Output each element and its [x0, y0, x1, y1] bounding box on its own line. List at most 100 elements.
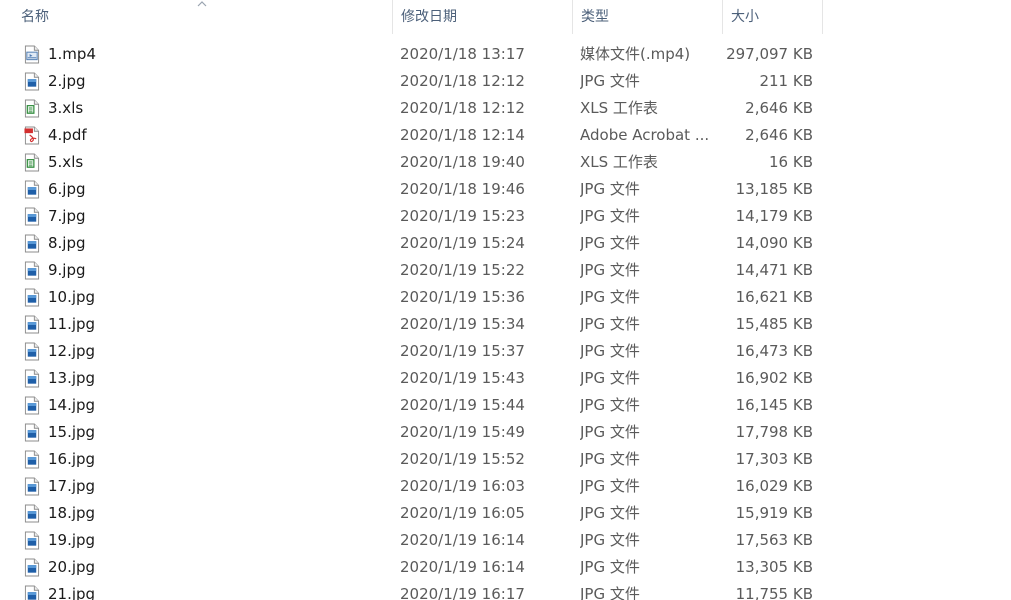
image-file-icon — [24, 369, 40, 388]
file-name: 4.pdf — [48, 126, 87, 144]
file-row[interactable]: 10.jpg 2020/1/19 15:36 JPG 文件 16,621 KB — [0, 284, 823, 311]
file-modified-date: 2020/1/19 16:03 — [400, 477, 525, 495]
file-type: JPG 文件 — [580, 558, 640, 576]
file-type: JPG 文件 — [580, 207, 640, 225]
file-type: JPG 文件 — [580, 585, 640, 600]
file-type: JPG 文件 — [580, 423, 640, 441]
file-name: 13.jpg — [48, 369, 96, 387]
file-modified-date: 2020/1/19 15:52 — [400, 450, 525, 468]
column-header-size[interactable]: 大小 — [723, 0, 823, 34]
file-name: 21.jpg — [48, 585, 96, 600]
file-row[interactable]: 13.jpg 2020/1/19 15:43 JPG 文件 16,902 KB — [0, 365, 823, 392]
column-header-type-label: 类型 — [581, 9, 609, 25]
file-row[interactable]: 6.jpg 2020/1/18 19:46 JPG 文件 13,185 KB — [0, 176, 823, 203]
file-type: JPG 文件 — [580, 180, 640, 198]
column-header-date[interactable]: 修改日期 — [393, 0, 573, 34]
file-type: JPG 文件 — [580, 315, 640, 333]
image-file-icon — [24, 261, 40, 280]
file-modified-date: 2020/1/19 15:43 — [400, 369, 525, 387]
file-modified-date: 2020/1/19 16:14 — [400, 531, 525, 549]
file-size: 17,563 KB — [735, 531, 813, 549]
file-size: 14,179 KB — [735, 207, 813, 225]
file-type: JPG 文件 — [580, 396, 640, 414]
file-type: Adobe Acrobat ... — [580, 126, 710, 144]
file-row[interactable]: 18.jpg 2020/1/19 16:05 JPG 文件 15,919 KB — [0, 500, 823, 527]
file-modified-date: 2020/1/19 15:24 — [400, 234, 525, 252]
file-row[interactable]: 4.pdf 2020/1/18 12:14 Adobe Acrobat ... … — [0, 122, 823, 149]
file-name: 14.jpg — [48, 396, 96, 414]
file-size: 16 KB — [769, 153, 813, 171]
file-name: 20.jpg — [48, 558, 96, 576]
file-type: XLS 工作表 — [580, 153, 658, 171]
image-file-icon — [24, 72, 40, 91]
file-size: 16,145 KB — [735, 396, 813, 414]
file-type: XLS 工作表 — [580, 99, 658, 117]
file-name: 10.jpg — [48, 288, 96, 306]
file-modified-date: 2020/1/18 12:12 — [400, 72, 525, 90]
file-type: JPG 文件 — [580, 369, 640, 387]
file-row[interactable]: 7.jpg 2020/1/19 15:23 JPG 文件 14,179 KB — [0, 203, 823, 230]
file-modified-date: 2020/1/18 19:46 — [400, 180, 525, 198]
file-type: JPG 文件 — [580, 342, 640, 360]
file-modified-date: 2020/1/19 15:36 — [400, 288, 525, 306]
file-row[interactable]: 21.jpg 2020/1/19 16:17 JPG 文件 11,755 KB — [0, 581, 823, 600]
file-modified-date: 2020/1/18 13:17 — [400, 45, 525, 63]
column-header-name[interactable]: 名称 — [0, 0, 393, 34]
file-size: 14,090 KB — [735, 234, 813, 252]
file-size: 17,798 KB — [735, 423, 813, 441]
file-row[interactable]: 15.jpg 2020/1/19 15:49 JPG 文件 17,798 KB — [0, 419, 823, 446]
file-type: JPG 文件 — [580, 261, 640, 279]
file-modified-date: 2020/1/18 12:14 — [400, 126, 525, 144]
file-modified-date: 2020/1/18 19:40 — [400, 153, 525, 171]
image-file-icon — [24, 477, 40, 496]
file-size: 14,471 KB — [735, 261, 813, 279]
file-row[interactable]: 11.jpg 2020/1/19 15:34 JPG 文件 15,485 KB — [0, 311, 823, 338]
file-row[interactable]: 12.jpg 2020/1/19 15:37 JPG 文件 16,473 KB — [0, 338, 823, 365]
file-row[interactable]: 8.jpg 2020/1/19 15:24 JPG 文件 14,090 KB — [0, 230, 823, 257]
file-row[interactable]: 16.jpg 2020/1/19 15:52 JPG 文件 17,303 KB — [0, 446, 823, 473]
file-name: 1.mp4 — [48, 45, 96, 63]
file-type: 媒体文件(.mp4) — [580, 45, 691, 63]
image-file-icon — [24, 288, 40, 307]
image-file-icon — [24, 504, 40, 523]
file-row[interactable]: 9.jpg 2020/1/19 15:22 JPG 文件 14,471 KB — [0, 257, 823, 284]
image-file-icon — [24, 207, 40, 226]
file-size: 16,029 KB — [735, 477, 813, 495]
file-row[interactable]: 17.jpg 2020/1/19 16:03 JPG 文件 16,029 KB — [0, 473, 823, 500]
file-modified-date: 2020/1/19 15:34 — [400, 315, 525, 333]
file-row[interactable]: 5.xls 2020/1/18 19:40 XLS 工作表 16 KB — [0, 149, 823, 176]
file-name: 15.jpg — [48, 423, 96, 441]
file-row[interactable]: 14.jpg 2020/1/19 15:44 JPG 文件 16,145 KB — [0, 392, 823, 419]
image-file-icon — [24, 315, 40, 334]
file-row[interactable]: 19.jpg 2020/1/19 16:14 JPG 文件 17,563 KB — [0, 527, 823, 554]
image-file-icon — [24, 423, 40, 442]
file-modified-date: 2020/1/18 12:12 — [400, 99, 525, 117]
column-header-size-label: 大小 — [731, 9, 759, 25]
pdf-file-icon — [24, 126, 40, 145]
file-modified-date: 2020/1/19 15:49 — [400, 423, 525, 441]
file-row[interactable]: 2.jpg 2020/1/18 12:12 JPG 文件 211 KB — [0, 68, 823, 95]
file-size: 2,646 KB — [745, 99, 813, 117]
file-modified-date: 2020/1/19 15:23 — [400, 207, 525, 225]
file-type: JPG 文件 — [580, 450, 640, 468]
file-size: 297,097 KB — [726, 45, 813, 63]
image-file-icon — [24, 180, 40, 199]
image-file-icon — [24, 585, 40, 600]
file-row[interactable]: 20.jpg 2020/1/19 16:14 JPG 文件 13,305 KB — [0, 554, 823, 581]
file-list: 1.mp4 2020/1/18 13:17 媒体文件(.mp4) 297,097… — [0, 41, 823, 600]
file-modified-date: 2020/1/19 15:37 — [400, 342, 525, 360]
file-type: JPG 文件 — [580, 531, 640, 549]
file-row[interactable]: 3.xls 2020/1/18 12:12 XLS 工作表 2,646 KB — [0, 95, 823, 122]
file-size: 13,185 KB — [735, 180, 813, 198]
file-name: 11.jpg — [48, 315, 96, 333]
file-type: JPG 文件 — [580, 504, 640, 522]
file-row[interactable]: 1.mp4 2020/1/18 13:17 媒体文件(.mp4) 297,097… — [0, 41, 823, 68]
spreadsheet-file-icon — [24, 153, 40, 172]
column-header-type[interactable]: 类型 — [573, 0, 723, 34]
file-size: 16,621 KB — [735, 288, 813, 306]
file-type: JPG 文件 — [580, 234, 640, 252]
file-size: 16,902 KB — [735, 369, 813, 387]
spreadsheet-file-icon — [24, 99, 40, 118]
image-file-icon — [24, 450, 40, 469]
file-size: 2,646 KB — [745, 126, 813, 144]
